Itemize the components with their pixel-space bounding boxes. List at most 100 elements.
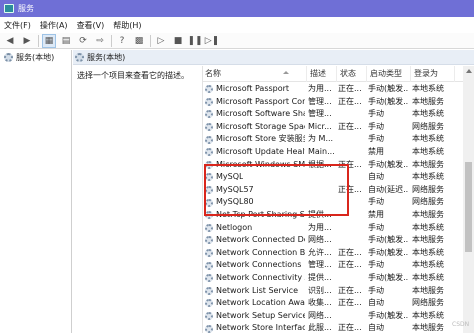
table-row[interactable]: Network Connection Broker允许... 正在... 手动(触发…	[203, 247, 474, 260]
service-name-cell: Network Store Interface Se...	[203, 322, 305, 333]
start-icon[interactable]: ▷	[154, 34, 168, 48]
service-gear-icon	[205, 274, 213, 283]
help-topics-icon[interactable]: ▩	[132, 34, 146, 48]
service-description: Micr...	[308, 121, 332, 131]
refresh-icon[interactable]: ⟳	[76, 34, 90, 48]
service-name: Network List Service	[216, 285, 299, 295]
service-gear-icon	[205, 135, 213, 144]
pause-icon[interactable]: ❚❚	[187, 34, 202, 48]
column-header-startup-type[interactable]: 启动类型	[367, 66, 411, 82]
service-name: Network Setup Service	[216, 310, 305, 320]
table-row[interactable]: Netlogon 为用... 手动 本地系统	[203, 222, 474, 235]
scroll-thumb[interactable]	[465, 162, 472, 252]
service-gear-icon	[205, 261, 213, 270]
table-row[interactable]: Network Connections 管理... 正在... 手动 本地系统	[203, 259, 474, 272]
service-name: MySQL57	[216, 184, 254, 194]
service-log-on-as: 本地服务	[412, 323, 444, 333]
table-row[interactable]: Network Setup Service 网络... 手动(触发... 本地系统	[203, 310, 474, 323]
toolbar-separator	[38, 34, 39, 47]
console-tree-icon[interactable]: ▦	[42, 33, 56, 48]
service-log-on-as: 本地系统	[412, 222, 444, 232]
service-description: 为用...	[308, 222, 332, 232]
menu-view[interactable]: 查看(V)	[73, 20, 110, 31]
service-gear-icon	[205, 110, 213, 119]
column-header-description[interactable]: 描述	[307, 66, 337, 82]
service-name: MySQL80	[216, 197, 254, 207]
table-row[interactable]: Network Connected Devic...网络... 手动(触发...本…	[203, 234, 474, 247]
service-status	[335, 146, 365, 159]
service-gear-icon	[205, 186, 213, 195]
service-log-on-as: 本地系统	[412, 146, 444, 156]
menu-help[interactable]: 帮助(H)	[109, 20, 146, 31]
service-gear-icon	[205, 160, 213, 169]
help-icon[interactable]: ?	[115, 34, 129, 48]
service-description: 提供...	[308, 209, 332, 219]
toolbar-separator	[150, 34, 151, 47]
forward-icon[interactable]: ▶	[20, 34, 34, 48]
service-name: Network Connection Broker	[216, 247, 305, 257]
export-icon[interactable]: ⇨	[93, 34, 107, 48]
service-name: Network Connected Devic...	[216, 235, 305, 245]
table-row[interactable]: MySQL 自动 本地系统	[203, 171, 474, 184]
service-name: Microsoft Passport Container	[216, 96, 305, 106]
stop-icon[interactable]: ■	[171, 34, 185, 48]
service-description: 为 M...	[308, 134, 334, 144]
table-row[interactable]: Network Location Awarene...收集... 正在... 自动 网…	[203, 297, 474, 310]
service-name-cell: Network Location Awarene...	[203, 297, 305, 310]
column-header-status[interactable]: 状态	[337, 66, 367, 82]
service-status: 正在...	[338, 323, 362, 333]
properties-icon[interactable]: ▤	[59, 34, 73, 48]
service-startup-type: 手动(触发...	[368, 247, 409, 257]
vertical-scrollbar[interactable]	[463, 66, 474, 333]
service-name-cell: Net.Tcp Port Sharing Service	[203, 209, 305, 222]
service-name-cell: Network Connection Broker	[203, 247, 305, 260]
tree-node-services-local[interactable]: 服务(本地)	[0, 50, 71, 64]
table-row[interactable]: Microsoft Passport 为用... 正在... 手动(触发... 本地系统	[203, 83, 474, 96]
service-status	[335, 133, 365, 146]
table-row[interactable]: Microsoft Update Health S...Main... 禁用 本地系…	[203, 146, 474, 159]
service-log-on-as: 本地服务	[412, 209, 444, 219]
service-startup-type: 手动(触发...	[368, 310, 409, 320]
table-row[interactable]: Net.Tcp Port Sharing Service提供... 禁用 本地服务	[203, 209, 474, 222]
table-row[interactable]: Network Connectivity Assis...提供... 手动(触发.…	[203, 272, 474, 285]
panel-header: 服务(本地)	[73, 50, 474, 65]
restart-icon[interactable]: ▷❚	[205, 34, 219, 48]
column-header-log-on-as[interactable]: 登录为	[411, 66, 455, 82]
service-name-cell: Network Connectivity Assis...	[203, 272, 305, 285]
description-prompt: 选择一个项目来查看它的描述。	[77, 71, 189, 80]
table-row[interactable]: Microsoft Passport Container管理... 正在... 手动…	[203, 96, 474, 109]
service-name-cell: MySQL57	[203, 184, 305, 197]
menu-file[interactable]: 文件(F)	[0, 20, 36, 31]
service-name: Microsoft Passport	[216, 84, 290, 93]
description-pane: 选择一个项目来查看它的描述。	[73, 66, 203, 333]
service-startup-type: 禁用	[368, 146, 384, 156]
service-status: 正在...	[338, 84, 362, 93]
table-row[interactable]: Network List Service 识别... 正在... 手动 本地服务	[203, 285, 474, 298]
service-name-cell: Microsoft Storage Spaces S...	[203, 121, 305, 134]
table-row[interactable]: Network Store Interface Se...此服... 正在... 自…	[203, 322, 474, 333]
back-icon[interactable]: ◀	[3, 34, 17, 48]
table-row[interactable]: MySQL57 正在... 自动(延迟... 网络服务	[203, 184, 474, 197]
service-gear-icon	[205, 123, 213, 132]
service-status: 正在...	[338, 121, 362, 131]
service-startup-type: 自动	[368, 323, 384, 333]
service-gear-icon	[205, 311, 213, 320]
scroll-up-icon[interactable]	[466, 69, 472, 73]
service-name-cell: Microsoft Passport Container	[203, 96, 305, 109]
service-status	[335, 234, 365, 247]
service-gear-icon	[205, 236, 213, 245]
service-status	[335, 310, 365, 323]
service-log-on-as: 本地系统	[412, 260, 444, 270]
service-log-on-as: 本地服务	[412, 285, 444, 295]
column-header-name[interactable]: 名称	[203, 66, 307, 82]
table-row[interactable]: Microsoft Windows SMS 路...根据... 正在... 手动(触…	[203, 159, 474, 172]
service-log-on-as: 网络服务	[412, 298, 444, 308]
table-row[interactable]: Microsoft Storage Spaces S...Micr... 正在..…	[203, 121, 474, 134]
table-row[interactable]: Microsoft Software Shado...管理... 手动 本地系统	[203, 108, 474, 121]
table-row[interactable]: Microsoft Store 安装服务为 M... 手动 本地系统	[203, 133, 474, 146]
service-status	[335, 196, 365, 209]
toolbar-separator	[111, 34, 112, 47]
service-startup-type: 手动	[368, 109, 384, 119]
menu-action[interactable]: 操作(A)	[36, 20, 73, 31]
table-row[interactable]: MySQL80 手动 网络服务	[203, 196, 474, 209]
